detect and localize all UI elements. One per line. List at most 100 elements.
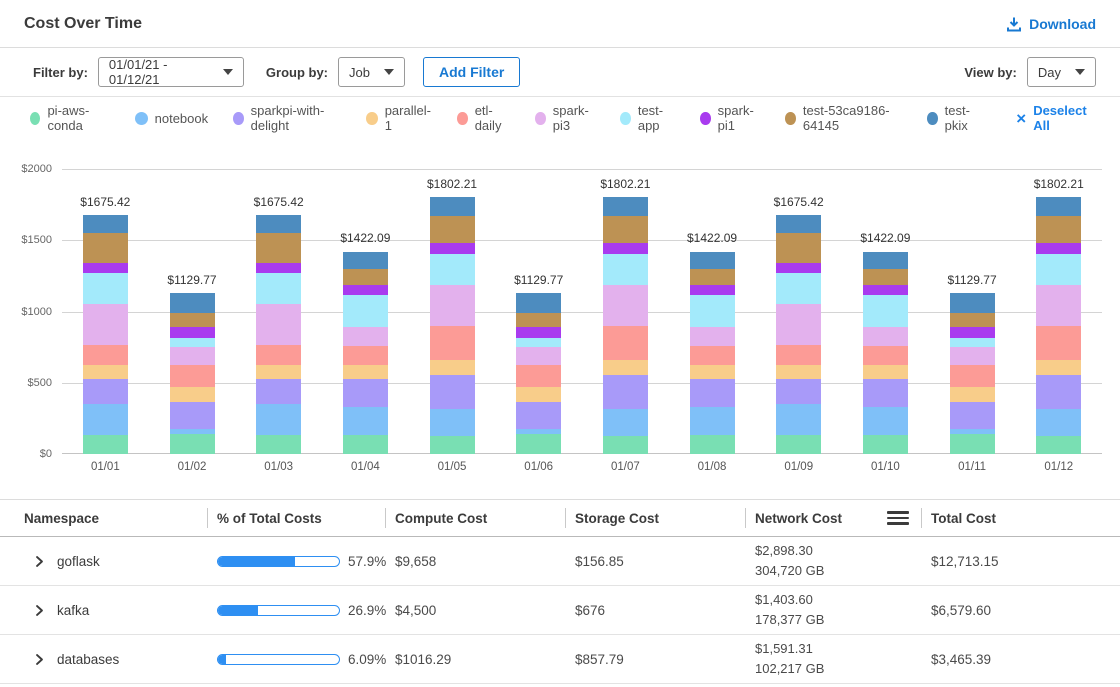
namespace-label: kafka [57, 603, 89, 618]
bar-total-label: $1675.42 [62, 195, 149, 209]
legend-item-spark-pi1[interactable]: spark-pi1 [700, 103, 760, 133]
bar-segment-spark-pi1 [950, 327, 995, 338]
column-menu-icon[interactable] [887, 511, 909, 525]
chevron-right-icon[interactable] [33, 555, 46, 568]
bar-segment-spark-pi3 [83, 304, 128, 345]
legend-item-spark-pi3[interactable]: spark-pi3 [535, 103, 595, 133]
deselect-all-button[interactable]: ×Deselect All [1016, 103, 1090, 133]
bar-group-01/08[interactable]: $1422.09 [669, 169, 756, 454]
view-by-select[interactable]: Day [1027, 57, 1096, 87]
bar-segment-test-app [83, 273, 128, 304]
bar-segment-notebook [430, 409, 475, 436]
bar-segment-sparkpi-with-delight [950, 402, 995, 429]
cost-chart: $2000$1500$1000$500$0 $1675.42$1129.77$1… [0, 169, 1120, 454]
chevron-right-icon[interactable] [33, 604, 46, 617]
progress-bar [217, 605, 340, 616]
legend-item-pi-aws-conda[interactable]: pi-aws-conda [30, 103, 110, 133]
namespace-cell-goflask[interactable]: goflask [24, 537, 207, 585]
bar-segment-pi-aws-conda [83, 435, 128, 454]
namespace-cell-databases[interactable]: databases [24, 635, 207, 683]
bar-segment-etl-daily [690, 346, 735, 365]
bar-group-01/06[interactable]: $1129.77 [495, 169, 582, 454]
bar-group-01/05[interactable]: $1802.21 [409, 169, 496, 454]
bar-segment-spark-pi3 [343, 327, 388, 346]
bar-group-01/11[interactable]: $1129.77 [929, 169, 1016, 454]
bar-segment-test-53ca9186-64145 [603, 216, 648, 243]
bar-segment-spark-pi3 [1036, 285, 1081, 327]
bar-segment-test-53ca9186-64145 [690, 269, 735, 285]
bar-segment-spark-pi3 [430, 285, 475, 327]
close-icon: × [1016, 112, 1026, 125]
bar-segment-etl-daily [603, 326, 648, 360]
bar-segment-spark-pi1 [343, 285, 388, 295]
chevron-down-icon [1075, 69, 1085, 75]
bar-segment-parallel-1 [516, 387, 561, 402]
storage-cost-cell: $676 [565, 586, 745, 634]
bar-group-01/03[interactable]: $1675.42 [235, 169, 322, 454]
x-axis-tick-label: 01/06 [495, 461, 582, 473]
legend-item-test-app[interactable]: test-app [620, 103, 675, 133]
bar-group-01/09[interactable]: $1675.42 [755, 169, 842, 454]
pct-total-costs-cell: 26.9% [207, 586, 385, 634]
column-header-storage-cost: Storage Cost [565, 500, 745, 536]
bar-segment-parallel-1 [776, 365, 821, 379]
bar-segment-test-app [256, 273, 301, 304]
legend-item-etl-daily[interactable]: etl-daily [457, 103, 510, 133]
y-axis-tick-label: $1000 [21, 306, 52, 318]
bar-segment-pi-aws-conda [950, 434, 995, 454]
bar-segment-etl-daily [83, 345, 128, 365]
bar-segment-notebook [343, 407, 388, 435]
legend-dot-icon [535, 112, 545, 125]
namespace-cell-kafka[interactable]: kafka [24, 586, 207, 634]
bar-segment-etl-daily [1036, 326, 1081, 360]
bar-group-01/01[interactable]: $1675.42 [62, 169, 149, 454]
legend-item-parallel-1[interactable]: parallel-1 [366, 103, 432, 133]
bar-group-01/10[interactable]: $1422.09 [842, 169, 929, 454]
bar-segment-test-pkix [950, 293, 995, 313]
chevron-right-icon[interactable] [33, 653, 46, 666]
view-by-label: View by: [964, 65, 1017, 80]
column-header-total-cost: Total Cost [921, 500, 1096, 536]
bar-segment-spark-pi1 [863, 285, 908, 295]
group-by-select[interactable]: Job [338, 57, 405, 87]
x-axis-tick-label: 01/02 [149, 461, 236, 473]
bar-segment-test-53ca9186-64145 [430, 216, 475, 243]
add-filter-button[interactable]: Add Filter [423, 57, 520, 87]
legend-item-sparkpi-with-delight[interactable]: sparkpi-with-delight [233, 103, 341, 133]
bar-segment-etl-daily [863, 346, 908, 365]
date-range-select[interactable]: 01/01/21 - 01/12/21 [98, 57, 244, 87]
bar-group-01/04[interactable]: $1422.09 [322, 169, 409, 454]
bar-total-label: $1129.77 [149, 273, 236, 287]
x-axis-tick-label: 01/01 [62, 461, 149, 473]
network-cost-cell: $1,403.60178,377 GB [745, 586, 921, 634]
legend-item-test-53ca9186-64145[interactable]: test-53ca9186-64145 [785, 103, 902, 133]
total-cost-cell: $12,713.15 [921, 537, 1096, 585]
bar-segment-notebook [863, 407, 908, 435]
bar-segment-test-53ca9186-64145 [83, 233, 128, 263]
pct-label: 6.09% [348, 652, 386, 667]
legend-item-notebook[interactable]: notebook [135, 111, 209, 126]
legend-item-label: spark-pi1 [718, 103, 761, 133]
download-button[interactable]: Download [1006, 16, 1096, 32]
column-header-network-cost: Network Cost [745, 500, 921, 536]
bar-total-label: $1129.77 [929, 273, 1016, 287]
bar-segment-sparkpi-with-delight [1036, 375, 1081, 409]
legend-item-label: test-pkix [945, 103, 984, 133]
legend-item-test-pkix[interactable]: test-pkix [927, 103, 983, 133]
bar-segment-parallel-1 [1036, 360, 1081, 375]
bar-group-01/07[interactable]: $1802.21 [582, 169, 669, 454]
network-cost-cell: $1,591.31102,217 GB [745, 635, 921, 683]
bar-group-01/12[interactable]: $1802.21 [1015, 169, 1102, 454]
bar-total-label: $1802.21 [1015, 177, 1102, 191]
legend-item-label: pi-aws-conda [47, 103, 109, 133]
bar-segment-etl-daily [516, 365, 561, 387]
download-icon [1006, 16, 1022, 32]
bar-segment-notebook [603, 409, 648, 436]
bar-group-01/02[interactable]: $1129.77 [149, 169, 236, 454]
bar-segment-spark-pi1 [603, 243, 648, 255]
bar-segment-spark-pi1 [1036, 243, 1081, 255]
bar-segment-test-pkix [343, 252, 388, 270]
bar-segment-spark-pi3 [690, 327, 735, 346]
progress-bar [217, 556, 340, 567]
stacked-bar [83, 215, 128, 454]
